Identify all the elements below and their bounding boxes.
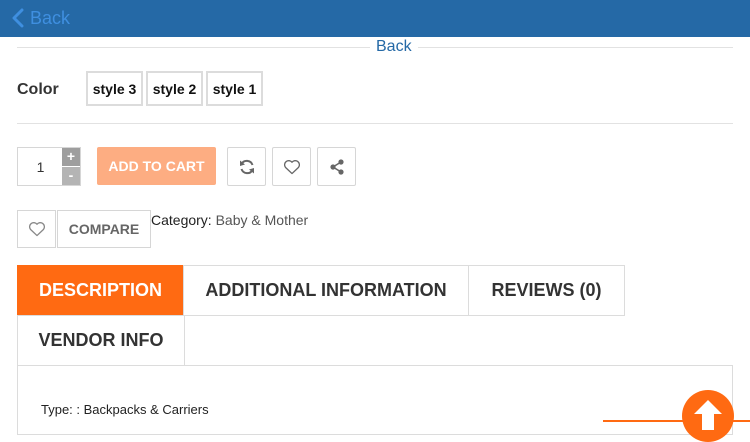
wishlist-small-button[interactable]	[17, 210, 56, 248]
top-navigation-bar: Back	[0, 0, 750, 37]
tab-vendor-info[interactable]: VENDOR INFO	[17, 315, 185, 366]
quantity-input[interactable]	[18, 148, 63, 185]
tab-description[interactable]: DESCRIPTION	[17, 265, 184, 316]
arrow-up-icon	[694, 400, 722, 430]
back-link[interactable]: Back	[370, 37, 418, 57]
color-option-style-2[interactable]: style 2	[146, 71, 203, 106]
category-link[interactable]: Baby & Mother	[216, 212, 309, 228]
color-option-style-1[interactable]: style 1	[206, 71, 263, 106]
category-prefix: Category:	[151, 212, 212, 228]
share-icon	[329, 158, 344, 175]
heart-icon	[283, 159, 300, 174]
compare-icon-button[interactable]	[227, 147, 266, 186]
chevron-left-icon	[12, 8, 24, 28]
color-label: Color	[17, 81, 59, 98]
quantity-decrease-button[interactable]: -	[62, 167, 80, 185]
topbar-back-button[interactable]: Back	[12, 6, 70, 30]
wishlist-button[interactable]	[272, 147, 311, 186]
compare-button[interactable]: COMPARE	[57, 210, 151, 248]
tab-additional-information[interactable]: ADDITIONAL INFORMATION	[183, 265, 469, 316]
scroll-to-top-button[interactable]	[682, 390, 734, 442]
product-category: Category: Baby & Mother	[151, 212, 308, 228]
description-panel	[17, 365, 733, 435]
share-button[interactable]	[317, 147, 356, 186]
quantity-stepper: + -	[17, 147, 81, 186]
options-divider	[17, 123, 733, 124]
color-option-style-3[interactable]: style 3	[86, 71, 143, 106]
refresh-icon	[239, 159, 254, 174]
heart-icon	[28, 222, 45, 237]
tab-reviews[interactable]: REVIEWS (0)	[468, 265, 625, 316]
add-to-cart-button[interactable]: ADD TO CART	[97, 147, 216, 185]
topbar-back-label: Back	[30, 7, 71, 28]
quantity-increase-button[interactable]: +	[62, 148, 80, 166]
product-type-line: Type: : Backpacks & Carriers	[41, 402, 209, 417]
